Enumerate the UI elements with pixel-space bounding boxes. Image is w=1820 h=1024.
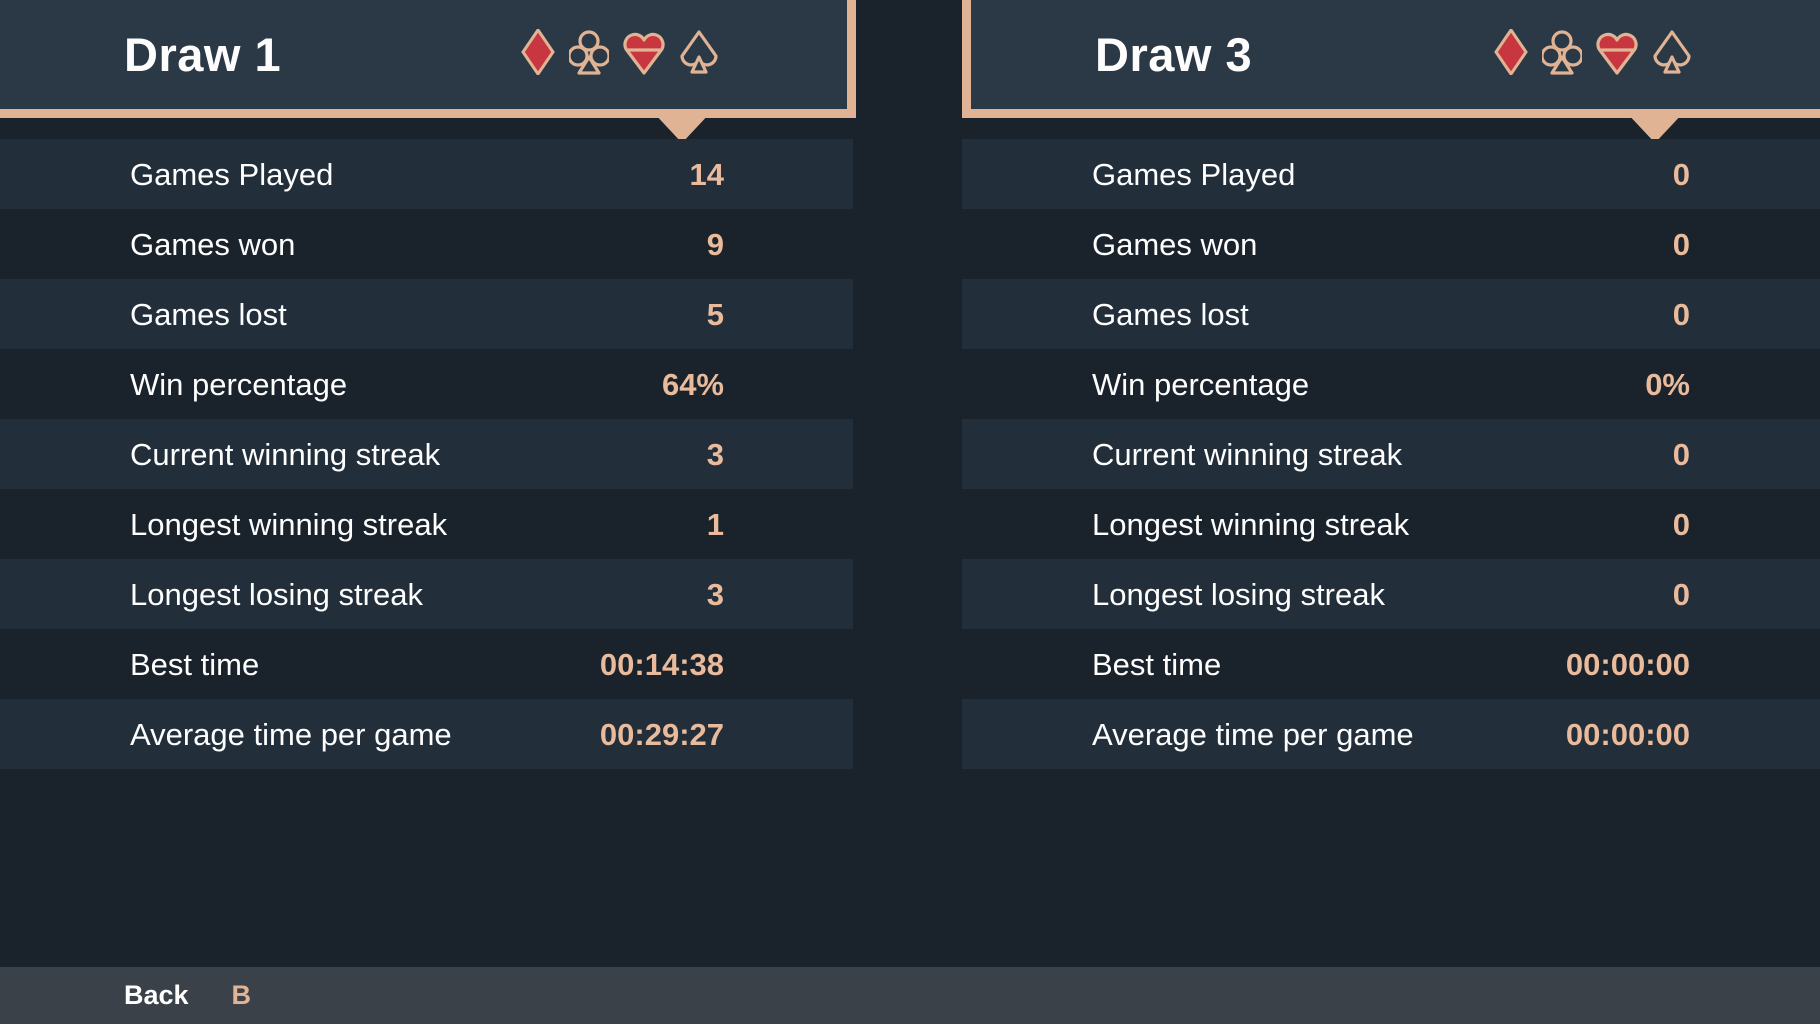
stat-label: Best time <box>1092 646 1222 682</box>
stat-label: Current winning streak <box>130 436 441 472</box>
diamond-icon <box>521 27 555 80</box>
stat-value: 00:00:00 <box>1565 646 1690 682</box>
table-row: Win percentage 64% <box>0 349 853 419</box>
stat-value: 0 <box>1672 506 1690 542</box>
stat-value: 0% <box>1645 366 1690 402</box>
stats-list-draw-1: Games Played 14 Games won 9 Games lost 5… <box>0 139 853 769</box>
tab-draw-1-title: Draw 1 <box>124 28 282 81</box>
stat-value: 64% <box>661 366 724 402</box>
heart-icon <box>1596 29 1638 80</box>
tab-draw-1-suit-row <box>521 27 719 80</box>
spade-icon <box>1652 29 1692 80</box>
stat-value: 0 <box>1672 576 1690 612</box>
table-row: Games lost 0 <box>962 279 1820 349</box>
stat-value: 0 <box>1672 226 1690 262</box>
statistics-screen: Draw 1 Draw 3 Games Played 14 Games won … <box>0 0 1820 1024</box>
stat-label: Games Played <box>1092 156 1296 192</box>
stat-label: Games won <box>130 226 296 262</box>
stat-value: 00:00:00 <box>1565 716 1690 752</box>
stat-label: Games lost <box>1092 296 1249 332</box>
table-row: Games lost 5 <box>0 279 853 349</box>
stat-value: 3 <box>706 576 724 612</box>
back-button[interactable]: Back <box>124 982 189 1009</box>
club-icon <box>567 29 611 80</box>
stat-value: 9 <box>706 226 724 262</box>
back-button-keybind: B <box>231 980 252 1010</box>
table-row: Games won 0 <box>962 209 1820 279</box>
table-row: Average time per game 00:29:27 <box>0 699 853 769</box>
table-row: Current winning streak 3 <box>0 419 853 489</box>
stat-label: Current winning streak <box>1092 436 1403 472</box>
tab-draw-3[interactable]: Draw 3 <box>962 0 1820 118</box>
stat-label: Games won <box>1092 226 1258 262</box>
stat-label: Longest winning streak <box>1092 506 1410 542</box>
tab-draw-1[interactable]: Draw 1 <box>0 0 856 118</box>
stat-value: 1 <box>706 506 724 542</box>
table-row: Average time per game 00:00:00 <box>962 699 1820 769</box>
stat-value: 0 <box>1672 436 1690 472</box>
stat-value: 00:14:38 <box>599 646 724 682</box>
tab-draw-3-suit-row <box>1494 27 1692 80</box>
table-row: Games Played 0 <box>962 139 1820 209</box>
stat-value: 0 <box>1672 296 1690 332</box>
stat-label: Longest losing streak <box>130 576 423 612</box>
stat-value: 5 <box>706 296 724 332</box>
table-row: Games won 9 <box>0 209 853 279</box>
footer-bar: Back B <box>0 967 1820 1024</box>
stat-label: Games Played <box>130 156 334 192</box>
diamond-icon <box>1494 27 1528 80</box>
table-row: Win percentage 0% <box>962 349 1820 419</box>
stat-value: 0 <box>1672 156 1690 192</box>
table-row: Best time 00:14:38 <box>0 629 853 699</box>
club-icon <box>1540 29 1584 80</box>
stat-label: Longest winning streak <box>130 506 448 542</box>
stat-label: Average time per game <box>130 716 452 752</box>
table-row: Longest winning streak 0 <box>962 489 1820 559</box>
table-row: Longest losing streak 3 <box>0 559 853 629</box>
heart-icon <box>623 29 665 80</box>
table-row: Longest losing streak 0 <box>962 559 1820 629</box>
stat-label: Longest losing streak <box>1092 576 1385 612</box>
stat-value: 00:29:27 <box>599 716 724 752</box>
table-row: Longest winning streak 1 <box>0 489 853 559</box>
stats-list-draw-3: Games Played 0 Games won 0 Games lost 0 … <box>962 139 1820 769</box>
table-row: Best time 00:00:00 <box>962 629 1820 699</box>
stat-label: Average time per game <box>1092 716 1414 752</box>
stat-label: Win percentage <box>130 366 348 402</box>
spade-icon <box>679 29 719 80</box>
stat-label: Win percentage <box>1092 366 1310 402</box>
tab-draw-3-title: Draw 3 <box>1095 28 1253 81</box>
stat-label: Games lost <box>130 296 287 332</box>
stat-label: Best time <box>130 646 260 682</box>
table-row: Current winning streak 0 <box>962 419 1820 489</box>
stat-value: 14 <box>689 156 724 192</box>
stat-value: 3 <box>706 436 724 472</box>
table-row: Games Played 14 <box>0 139 853 209</box>
